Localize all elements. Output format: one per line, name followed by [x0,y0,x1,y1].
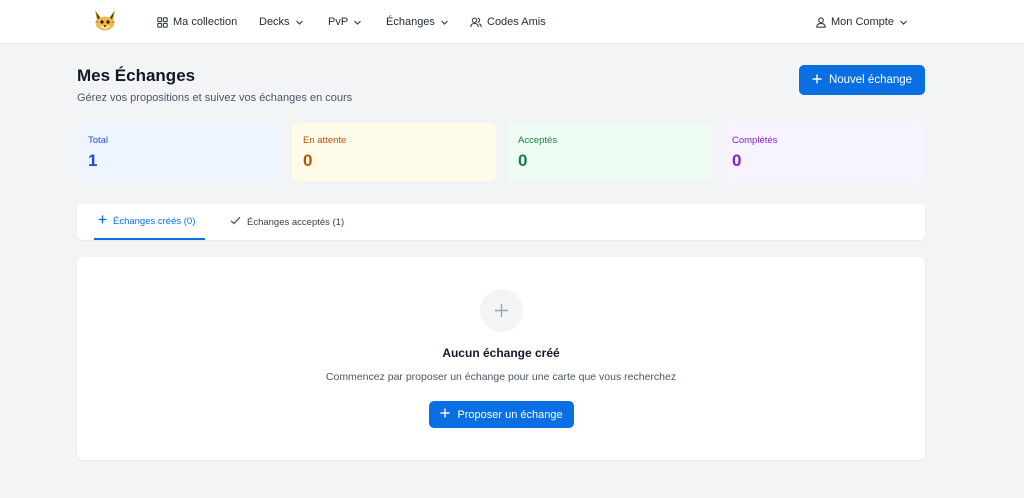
page-title: Mes Échanges [77,66,196,85]
user-icon [816,16,826,28]
stat-value: 0 [303,151,313,170]
stat-card-total: Total 1 [77,123,281,181]
plus-icon [480,289,523,332]
tab-created-label: Échanges créés (0) [113,215,196,227]
chevron-down-icon [440,18,449,27]
stat-card-pending: En attente 0 [292,123,496,181]
tab-accepted-label: Échanges acceptés (1) [247,216,345,228]
stat-card-accepted: Acceptés 0 [507,123,711,181]
stat-label: Complétés [732,135,778,146]
nav-echanges-label: Échanges [386,16,435,28]
check-icon [230,216,241,228]
plus-icon [812,74,822,87]
nav-collection-label: Ma collection [173,16,238,28]
top-navbar: Ma collection Decks PvP Échanges Codes A… [0,0,1024,44]
stat-card-completed: Complétés 0 [721,123,925,181]
tab-created-exchanges[interactable]: Échanges créés (0) [94,204,205,240]
plus-icon [440,408,450,421]
propose-exchange-label: Proposer un échange [457,408,563,421]
grid-icon [157,16,168,28]
stat-value: 1 [88,151,98,170]
nav-echanges[interactable]: Échanges [386,0,449,44]
nav-pvp[interactable]: PvP [328,0,362,44]
stat-label: Total [88,135,109,146]
users-icon [470,17,482,28]
plus-icon [98,215,107,227]
stat-value: 0 [518,151,528,170]
empty-state-title: Aucun échange créé [442,346,560,360]
nav-account-label: Mon Compte [831,16,894,28]
nav-pvp-label: PvP [328,16,349,28]
empty-state-panel: Aucun échange créé Commencez par propose… [77,257,925,460]
chevron-down-icon [899,18,908,27]
tab-accepted-exchanges[interactable]: Échanges acceptés (1) [230,204,344,240]
stat-label: Acceptés [518,135,558,146]
stat-value: 0 [732,151,742,170]
page-subtitle: Gérez vos propositions et suivez vos éch… [77,92,353,104]
stat-label: En attente [303,135,347,146]
nav-account[interactable]: Mon Compte [816,0,908,44]
nav-collection[interactable]: Ma collection [157,0,237,44]
empty-state-description: Commencez par proposer un échange pour u… [325,371,677,383]
exchange-tabs: Échanges créés (0) Échanges acceptés (1) [77,204,925,240]
fox-logo-icon[interactable] [93,9,117,35]
propose-exchange-button[interactable]: Proposer un échange [429,401,574,428]
nav-codes-amis-label: Codes Amis [487,16,546,28]
nav-codes-amis[interactable]: Codes Amis [470,0,546,44]
nav-decks[interactable]: Decks [259,0,304,44]
chevron-down-icon [295,18,304,27]
new-exchange-label: Nouvel échange [828,74,913,86]
nav-decks-label: Decks [259,16,290,28]
chevron-down-icon [353,18,362,27]
new-exchange-button[interactable]: Nouvel échange [799,65,925,95]
